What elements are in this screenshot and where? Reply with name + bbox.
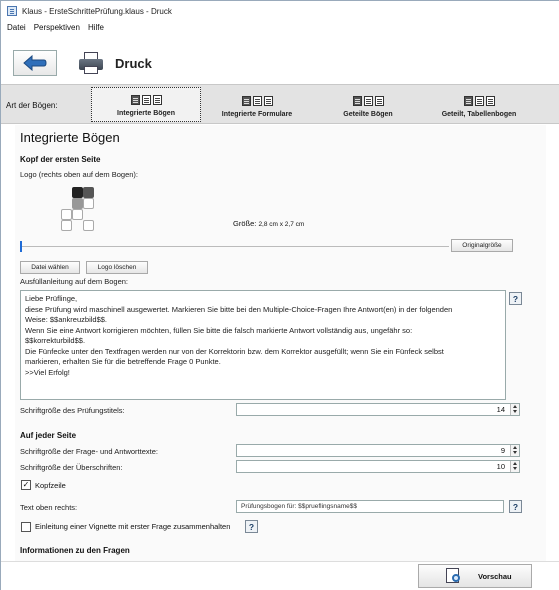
- window-title: Klaus - ErsteSchrittePrüfung.klaus - Dru…: [22, 6, 172, 16]
- qa-size-label: Schriftgröße der Frage- und Antworttexte…: [20, 447, 158, 456]
- app-icon: [7, 6, 17, 16]
- tab-geteilt-tabellenbogen[interactable]: Geteilt, Tabellenbogen: [424, 87, 534, 122]
- heading-size-label: Schriftgröße der Überschriften:: [20, 463, 123, 472]
- logo-size: Größe: 2,8 cm x 2,7 cm: [233, 219, 304, 228]
- logo-preview: [61, 187, 95, 233]
- printer-icon: [77, 50, 105, 76]
- spinner-arrows-icon[interactable]: [510, 445, 519, 456]
- logo-size-slider-handle[interactable]: [20, 241, 22, 252]
- preview-magnifier-icon: [446, 568, 464, 584]
- preview-button[interactable]: Vorschau: [418, 564, 532, 588]
- title-bar: Klaus - ErsteSchrittePrüfung.klaus - Dru…: [1, 1, 559, 21]
- title-size-stepper[interactable]: 14: [236, 403, 520, 416]
- tab-integrierte-boegen[interactable]: Integrierte Bögen: [91, 87, 201, 122]
- split-table-sheet-icon: [463, 96, 495, 106]
- qa-size-stepper[interactable]: 9: [236, 444, 520, 457]
- logo-size-label: Größe:: [233, 219, 257, 228]
- toolbar: Druck: [13, 49, 152, 77]
- original-size-button[interactable]: Originalgröße: [451, 239, 513, 252]
- integrated-forms-icon: [241, 96, 273, 106]
- jede-seite-heading: Auf jeder Seite: [20, 431, 77, 440]
- tab-label: Geteilte Bögen: [343, 111, 393, 118]
- top-right-text-label: Text oben rechts:: [20, 503, 78, 512]
- bogen-type-bar: Art der Bögen: Integrierte Bögen Integri…: [1, 84, 559, 124]
- logo-label: Logo (rechts oben auf dem Bogen):: [20, 170, 138, 179]
- split-sheets-icon: [352, 96, 384, 106]
- tab-label: Geteilt, Tabellenbogen: [441, 111, 517, 118]
- tab-integrierte-formulare[interactable]: Integrierte Formulare: [202, 87, 312, 122]
- title-size-label: Schriftgröße des Prüfungstitels:: [20, 406, 125, 415]
- top-right-text-field[interactable]: Prüfungsbogen für: $$prueflingsname$$: [236, 500, 504, 513]
- kopf-heading: Kopf der ersten Seite: [20, 155, 101, 164]
- header-checkbox[interactable]: ✓: [21, 480, 31, 490]
- help-icon[interactable]: ?: [245, 520, 258, 533]
- spinner-arrows-icon[interactable]: [510, 461, 519, 472]
- logo-size-slider-track[interactable]: [21, 246, 449, 247]
- instructions-label: Ausfüllanleitung auf dem Bogen:: [20, 277, 128, 286]
- help-icon[interactable]: ?: [509, 292, 522, 305]
- vignette-checkbox-label: Einleitung einer Vignette mit erster Fra…: [35, 522, 231, 531]
- menu-hilfe[interactable]: Hilfe: [88, 23, 104, 37]
- settings-panel: Integrierte Bögen Kopf der ersten Seite …: [15, 125, 546, 561]
- logo-size-value: 2,8 cm x 2,7 cm: [258, 221, 305, 228]
- preview-button-label: Vorschau: [478, 571, 512, 581]
- header-checkbox-label: Kopfzeile: [35, 481, 66, 490]
- integrated-sheets-icon: [130, 95, 162, 105]
- choose-file-button[interactable]: Datei wählen: [20, 261, 80, 274]
- instructions-textarea[interactable]: Liebe Prüflinge, diese Prüfung wird masc…: [20, 290, 506, 400]
- bogen-type-label: Art der Bögen:: [6, 101, 58, 110]
- menu-perspektiven[interactable]: Perspektiven: [34, 23, 80, 37]
- fragen-heading: Informationen zu den Fragen: [20, 546, 130, 555]
- back-button[interactable]: [13, 50, 57, 76]
- section-title: Integrierte Bögen: [20, 130, 120, 145]
- tab-label: Integrierte Formulare: [221, 111, 293, 118]
- heading-size-stepper[interactable]: 10: [236, 460, 520, 473]
- app-window: Klaus - ErsteSchrittePrüfung.klaus - Dru…: [0, 0, 559, 590]
- arrow-left-icon: [23, 55, 47, 71]
- menu-bar: Datei Perspektiven Hilfe: [1, 23, 104, 37]
- page-title: Druck: [115, 55, 152, 71]
- tab-label: Integrierte Bögen: [117, 110, 175, 117]
- vignette-checkbox[interactable]: [21, 522, 31, 532]
- menu-datei[interactable]: Datei: [7, 23, 26, 37]
- tab-geteilte-boegen[interactable]: Geteilte Bögen: [313, 87, 423, 122]
- delete-logo-button[interactable]: Logo löschen: [86, 261, 148, 274]
- help-icon[interactable]: ?: [509, 500, 522, 513]
- spinner-arrows-icon[interactable]: [510, 404, 519, 415]
- vertical-scrollbar[interactable]: [546, 125, 559, 561]
